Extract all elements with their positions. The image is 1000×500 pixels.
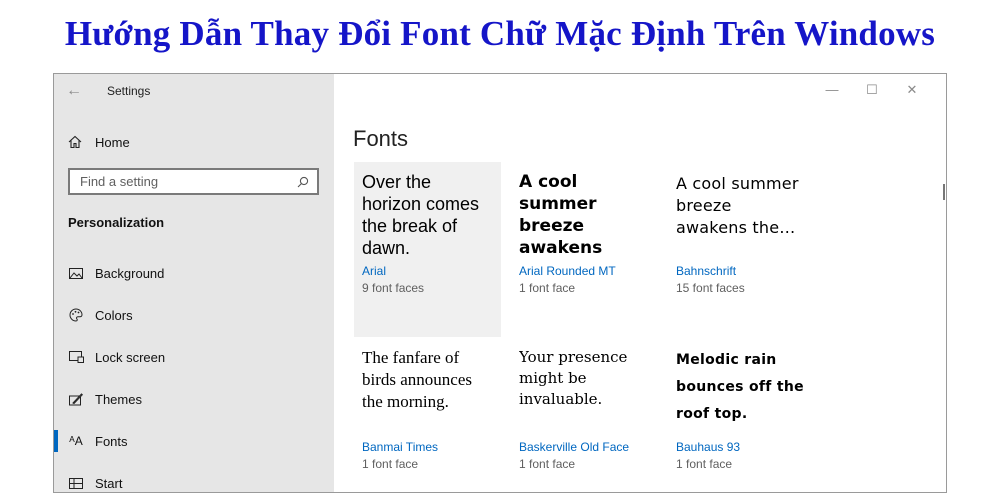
brush-icon (67, 392, 85, 406)
sidebar-item-label: Background (95, 265, 165, 281)
maximize-button[interactable]: ☐ (852, 82, 892, 98)
sidebar-item-label: Lock screen (95, 349, 166, 365)
font-name: Arial (362, 264, 387, 278)
font-face-count: 1 font face (676, 457, 733, 471)
font-tile-bahnschrift[interactable]: A cool summer breeze awakens the… Bahnsc… (668, 162, 815, 337)
image-icon (67, 267, 85, 279)
palette-icon (67, 308, 85, 322)
sidebar-item-fonts[interactable]: ᴬA Fonts (54, 428, 334, 454)
font-name: Arial Rounded MT (519, 264, 616, 278)
font-tile-arial[interactable]: Over the horizon comes the break of dawn… (354, 162, 501, 337)
sidebar-item-label: Fonts (95, 433, 128, 449)
font-sample: Over the horizon comes the break of dawn… (362, 172, 480, 257)
sidebar-item-label: Start (95, 475, 123, 491)
window-title: Settings (107, 84, 151, 98)
sidebar-item-themes[interactable]: Themes (54, 386, 334, 412)
main-content: — ☐ ✕ Fonts Over the horizon comes the b… (334, 74, 946, 492)
window-controls: — ☐ ✕ (812, 82, 932, 98)
font-face-count: 1 font face (519, 457, 576, 471)
font-name: Baskerville Old Face (519, 440, 630, 454)
search-input[interactable] (80, 174, 280, 189)
font-tile-banmai-times[interactable]: The fanfare of birds announces the morni… (354, 338, 501, 492)
sidebar-item-label: Colors (95, 307, 133, 323)
font-icon: ᴬA (69, 434, 83, 448)
close-button[interactable]: ✕ (892, 82, 932, 98)
lock-screen-icon (67, 351, 85, 363)
font-tile-arial-rounded[interactable]: A cool summer breeze awakens the… Arial … (511, 162, 658, 337)
font-sample: A cool summer breeze awakens the… (519, 172, 603, 257)
font-name: Bahnschrift (676, 264, 737, 278)
font-sample: Your presence might be invaluable. (519, 348, 628, 408)
font-sample: The fanfare of birds announces the morni… (362, 348, 473, 411)
minimize-button[interactable]: — (812, 82, 852, 98)
font-sample: Melodic rain bounces off the roof top. (676, 352, 804, 422)
font-tile-bauhaus[interactable]: Melodic rain bounces off the roof top. B… (668, 338, 815, 492)
font-tile-baskerville[interactable]: Your presence might be invaluable. Baske… (511, 338, 658, 492)
section-title: Personalization (68, 215, 165, 230)
search-box[interactable] (68, 168, 319, 195)
font-name: Banmai Times (362, 440, 439, 454)
sidebar-item-start[interactable]: Start (54, 470, 334, 492)
font-face-count: 1 font face (362, 457, 419, 471)
font-face-count: 1 font face (519, 281, 576, 295)
settings-window: ← Settings Home Personalization Backgrou… (53, 73, 947, 493)
sidebar-item-label: Themes (95, 391, 142, 407)
home-label: Home (95, 134, 130, 150)
sidebar-item-colors[interactable]: Colors (54, 302, 334, 328)
home-icon (68, 135, 82, 149)
page-title: Fonts (353, 126, 409, 151)
sidebar: ← Settings Home Personalization Backgrou… (54, 74, 334, 492)
font-face-count: 9 font faces (362, 281, 425, 295)
start-icon (67, 477, 85, 489)
font-face-count: 15 font faces (676, 281, 745, 295)
back-arrow-icon[interactable]: ← (66, 82, 82, 100)
scrollbar[interactable] (943, 184, 945, 200)
font-sample: A cool summer breeze awakens the… (676, 174, 799, 237)
sidebar-item-lock-screen[interactable]: Lock screen (54, 344, 334, 370)
search-icon[interactable] (297, 176, 309, 188)
sidebar-item-home[interactable]: Home (68, 132, 130, 152)
font-name: Bauhaus 93 (676, 440, 741, 454)
sidebar-item-background[interactable]: Background (54, 260, 334, 286)
banner-title: Hướng Dẫn Thay Đổi Font Chữ Mặc Định Trê… (64, 14, 936, 53)
